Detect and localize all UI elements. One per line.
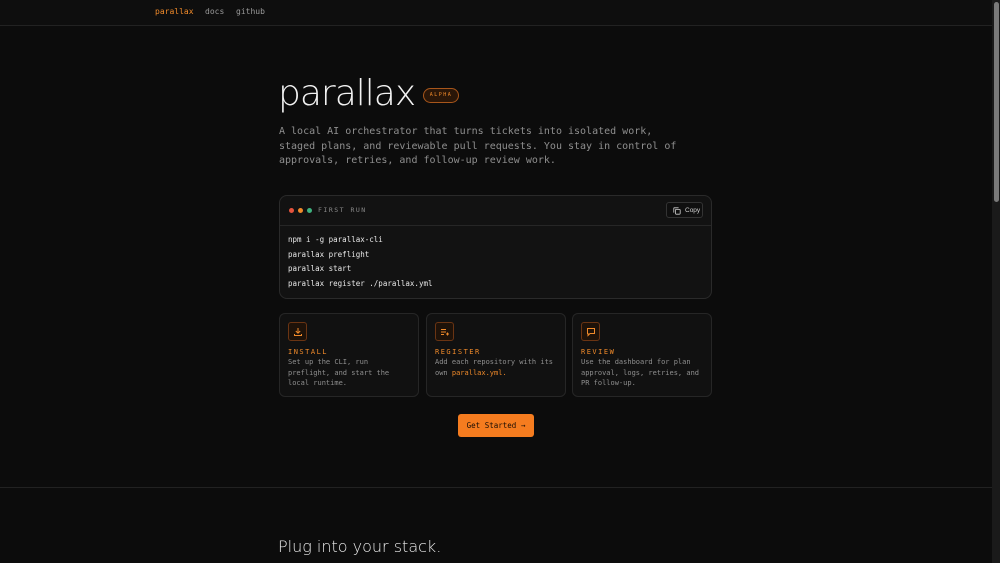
config-file-name: parallax.yml: [451, 368, 503, 377]
orange-dot-icon: [298, 208, 303, 213]
download-icon: [288, 322, 307, 341]
nav-brand-link[interactable]: parallax: [155, 7, 194, 16]
terminal-line: parallax preflight: [288, 249, 370, 259]
top-nav: parallax docs github: [0, 0, 992, 26]
copy-icon: [673, 207, 681, 215]
terminal-line: parallax register ./parallax.yml: [288, 278, 433, 288]
card-text: Add each repository with its own paralla…: [435, 357, 557, 378]
card-install: INSTALL Set up the CLI, run preflight, a…: [279, 313, 419, 397]
message-icon: [581, 322, 600, 341]
card-register: REGISTER Add each repository with its ow…: [426, 313, 566, 397]
nav-link-github[interactable]: github: [236, 7, 265, 16]
card-text: Set up the CLI, run preflight, and start…: [288, 358, 390, 387]
hero-description: A local AI orchestrator that turns ticke…: [279, 126, 677, 166]
terminal-header: FIRST RUN Copy: [280, 196, 711, 226]
terminal-line: parallax start: [288, 264, 352, 273]
red-dot-icon: [289, 208, 294, 213]
card-text: Use the dashboard for plan approval, log…: [581, 358, 700, 387]
alpha-badge: ALPHA: [423, 88, 459, 103]
section-title: Plug into your stack.: [278, 537, 442, 556]
copy-button-label: Copy: [685, 207, 701, 214]
card-title: REVIEW: [581, 348, 616, 356]
section-divider: [0, 487, 992, 488]
terminal-label: FIRST RUN: [318, 206, 367, 214]
card-review: REVIEW Use the dashboard for plan approv…: [572, 313, 712, 397]
card-title: INSTALL: [288, 348, 329, 356]
terminal-commands: npm i -g parallax-cli parallax preflight…: [288, 235, 433, 293]
get-started-button[interactable]: Get Started →: [458, 414, 534, 437]
terminal-line: npm i -g parallax-cli: [288, 235, 383, 244]
green-dot-icon: [307, 208, 312, 213]
scrollbar-thumb[interactable]: [994, 2, 999, 202]
card-text-end: .: [502, 368, 507, 377]
list-add-icon: [435, 322, 454, 341]
page-title: parallax: [278, 73, 416, 114]
terminal-panel: FIRST RUN Copy npm i -g parallax-cli par…: [279, 195, 712, 299]
card-title: REGISTER: [435, 348, 481, 356]
nav-link-docs[interactable]: docs: [205, 7, 224, 16]
copy-button[interactable]: Copy: [666, 202, 703, 218]
